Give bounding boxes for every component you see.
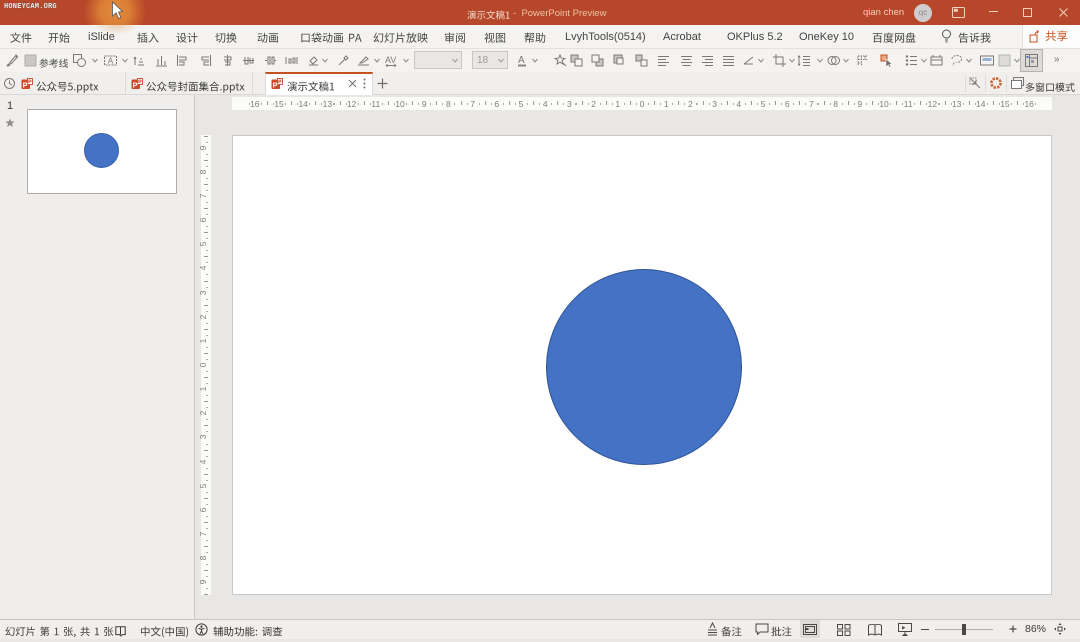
svg-text:P: P [133,81,138,90]
svg-text:P: P [273,81,278,90]
svg-text:AV: AV [385,55,396,65]
svg-text:A: A [108,57,114,66]
svg-text:P: P [23,81,28,90]
svg-text:A: A [518,55,525,66]
